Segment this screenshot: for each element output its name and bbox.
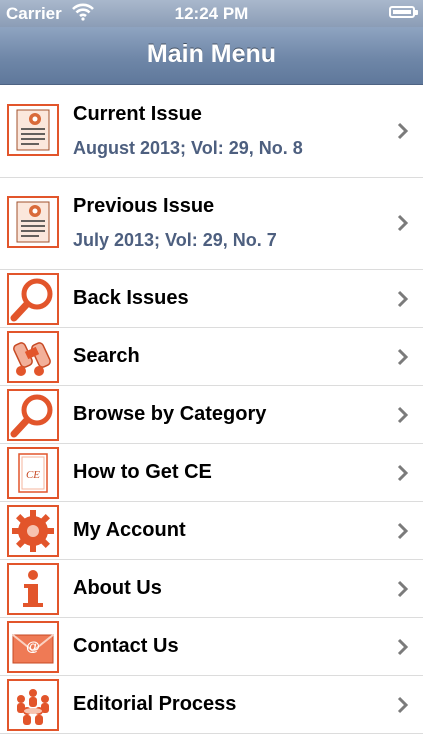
chevron-right-icon xyxy=(397,122,409,140)
battery-icon xyxy=(389,6,418,18)
envelope-icon: @ xyxy=(7,621,59,673)
menu-item-editorial-process[interactable]: Editorial Process xyxy=(0,676,423,734)
menu-item-back-issues[interactable]: Back Issues xyxy=(0,270,423,328)
menu-item-current-issue[interactable]: Current Issue August 2013; Vol: 29, No. … xyxy=(0,86,423,178)
menu-item-label: Current Issue xyxy=(73,103,202,125)
menu-item-label: About Us xyxy=(73,577,162,599)
menu-item-label: My Account xyxy=(73,519,186,541)
chevron-right-icon xyxy=(397,406,409,424)
main-menu-list: Current Issue August 2013; Vol: 29, No. … xyxy=(0,86,423,734)
info-icon xyxy=(7,563,59,615)
chevron-right-icon xyxy=(397,522,409,540)
gear-icon xyxy=(7,505,59,557)
chevron-right-icon xyxy=(397,696,409,714)
chevron-right-icon xyxy=(397,580,409,598)
document-icon xyxy=(7,196,59,248)
menu-item-subtitle: July 2013; Vol: 29, No. 7 xyxy=(73,230,277,250)
menu-item-browse-by-category[interactable]: Browse by Category xyxy=(0,386,423,444)
menu-item-search[interactable]: Search xyxy=(0,328,423,386)
chevron-right-icon xyxy=(397,214,409,232)
magnifier-icon xyxy=(7,389,59,441)
chevron-right-icon xyxy=(397,464,409,482)
chevron-right-icon xyxy=(397,290,409,308)
navigation-bar: Main Menu xyxy=(0,27,423,85)
page-title: Main Menu xyxy=(146,40,277,68)
menu-item-label: How to Get CE xyxy=(73,461,212,483)
svg-text:CE: CE xyxy=(26,469,40,481)
menu-item-label: Previous Issue xyxy=(73,195,215,217)
people-icon xyxy=(7,679,59,731)
menu-item-about-us[interactable]: About Us xyxy=(0,560,423,618)
magnifier-icon xyxy=(7,273,59,325)
menu-item-label: Browse by Category xyxy=(73,403,267,425)
chevron-right-icon xyxy=(397,638,409,656)
menu-item-my-account[interactable]: My Account xyxy=(0,502,423,560)
status-time: 12:24 PM xyxy=(174,4,249,23)
menu-item-label: Contact Us xyxy=(73,635,179,657)
svg-text:@: @ xyxy=(26,638,40,654)
status-bar: Carrier 12:24 PM xyxy=(0,0,423,27)
ce-certificate-icon: CE xyxy=(7,447,59,499)
chevron-right-icon xyxy=(397,348,409,366)
menu-item-label: Search xyxy=(73,345,140,367)
menu-item-contact-us[interactable]: @ Contact Us xyxy=(0,618,423,676)
menu-item-how-to-get-ce[interactable]: CE How to Get CE xyxy=(0,444,423,502)
binoculars-icon xyxy=(7,331,59,383)
menu-item-label: Back Issues xyxy=(73,287,189,309)
menu-item-subtitle: August 2013; Vol: 29, No. 8 xyxy=(73,138,303,158)
menu-item-label: Editorial Process xyxy=(73,693,237,715)
document-icon xyxy=(7,104,59,156)
menu-item-previous-issue[interactable]: Previous Issue July 2013; Vol: 29, No. 7 xyxy=(0,178,423,270)
